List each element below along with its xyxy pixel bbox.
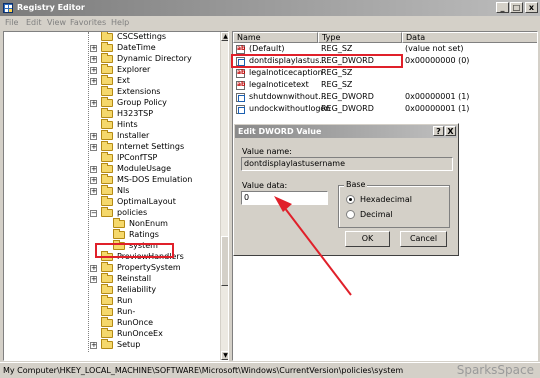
watermark: SparksSpace xyxy=(456,363,534,377)
current-key-path: My Computer\HKEY_LOCAL_MACHINE\SOFTWARE\… xyxy=(3,366,404,375)
registry-editor-window: Registry Editor _ □ x File Edit View Fav… xyxy=(0,0,540,378)
annotation-arrow xyxy=(274,196,352,296)
status-bar: My Computer\HKEY_LOCAL_MACHINE\SOFTWARE\… xyxy=(0,362,540,378)
